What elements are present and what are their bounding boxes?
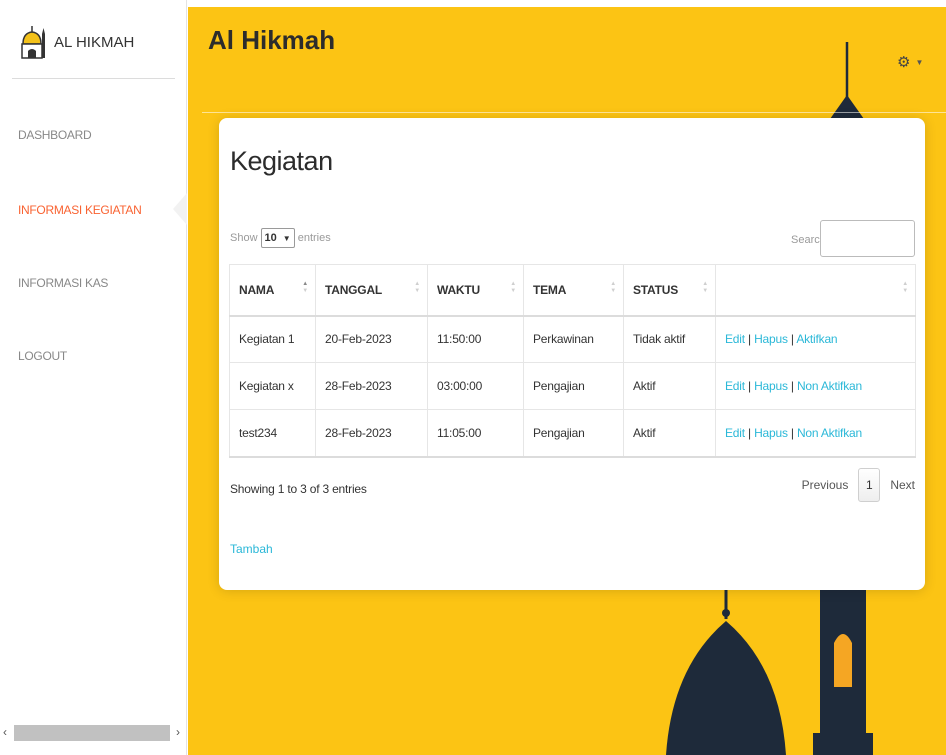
cell-waktu: 11:05:00 xyxy=(427,409,524,458)
edit-link[interactable]: Edit xyxy=(725,332,745,346)
cell-nama: Kegiatan 1 xyxy=(229,315,316,363)
sidebar-item-dashboard[interactable]: DASHBOARD xyxy=(18,128,92,142)
hapus-link[interactable]: Hapus xyxy=(754,426,788,440)
sort-icon: ▲ ▼ xyxy=(302,281,308,294)
search-input[interactable] xyxy=(820,220,915,257)
column-header-waktu[interactable]: WAKTU ▲ ▼ xyxy=(427,264,524,317)
table-header-row: NAMA ▲ ▼ TANGGAL ▲ ▼ WAKTU ▲ ▼ TEMA ▲ ▼ STATUS ▲ ▼… xyxy=(229,264,916,317)
sidebar-item-logout[interactable]: LOGOUT xyxy=(18,349,67,363)
length-label-after: entries xyxy=(297,232,331,244)
cell-status: Aktif xyxy=(623,409,716,458)
column-header-tema[interactable]: TEMA ▲ ▼ xyxy=(523,264,624,317)
pagination: Previous 1 Next xyxy=(802,468,915,502)
header-divider xyxy=(202,112,946,113)
table-row: Kegiatan x 28-Feb-2023 03:00:00 Pengajia… xyxy=(229,362,916,410)
sort-icon: ▲ ▼ xyxy=(610,281,616,294)
sidebar: AL HIKMAH DASHBOARD INFORMASI KEGIATAN I… xyxy=(0,0,187,755)
table-row: Kegiatan 1 20-Feb-2023 11:50:00 Perkawin… xyxy=(229,315,916,363)
entries-select[interactable]: 10 ▼ xyxy=(260,228,295,248)
active-nav-caret xyxy=(173,193,187,225)
sidebar-item-informasi-kas[interactable]: INFORMASI KAS xyxy=(18,276,108,290)
column-header-actions[interactable]: ▲ ▼ xyxy=(715,264,916,317)
sort-icon: ▲ ▼ xyxy=(702,281,708,294)
length-label-before: Show xyxy=(230,232,258,244)
kegiatan-table: NAMA ▲ ▼ TANGGAL ▲ ▼ WAKTU ▲ ▼ TEMA ▲ ▼ STATUS ▲ ▼… xyxy=(229,264,916,458)
gear-icon[interactable]: ⚙ xyxy=(897,53,910,71)
cell-actions: Edit | Hapus | Aktifkan xyxy=(715,315,916,363)
sort-icon: ▲ ▼ xyxy=(902,281,908,294)
sort-icon: ▲ ▼ xyxy=(414,281,420,294)
table-row: test234 28-Feb-2023 11:05:00 Pengajian A… xyxy=(229,409,916,458)
cell-nama: test234 xyxy=(229,409,316,458)
logo-text: AL HIKMAH xyxy=(54,33,135,51)
cell-status: Aktif xyxy=(623,362,716,410)
chevron-down-icon: ▼ xyxy=(282,233,291,243)
scroll-right-icon[interactable]: › xyxy=(176,725,180,739)
entries-select-value: 10 xyxy=(264,232,277,244)
toggle-status-link[interactable]: Aktifkan xyxy=(796,332,837,346)
cell-actions: Edit | Hapus | Non Aktifkan xyxy=(715,362,916,410)
cell-tanggal: 28-Feb-2023 xyxy=(315,362,428,410)
cell-waktu: 03:00:00 xyxy=(427,362,524,410)
toggle-status-link[interactable]: Non Aktifkan xyxy=(797,379,862,393)
column-header-nama[interactable]: NAMA ▲ ▼ xyxy=(229,264,316,317)
sidebar-item-informasi-kegiatan[interactable]: INFORMASI KEGIATAN xyxy=(18,203,142,217)
cell-tema: Perkawinan xyxy=(523,315,624,363)
cell-tema: Pengajian xyxy=(523,362,624,410)
caret-down-icon: ▼ xyxy=(915,57,924,67)
cell-tanggal: 28-Feb-2023 xyxy=(315,409,428,458)
edit-link[interactable]: Edit xyxy=(725,426,745,440)
hapus-link[interactable]: Hapus xyxy=(754,332,788,346)
table-info: Showing 1 to 3 of 3 entries xyxy=(230,482,367,496)
column-header-tanggal[interactable]: TANGGAL ▲ ▼ xyxy=(315,264,428,317)
column-header-status[interactable]: STATUS ▲ ▼ xyxy=(623,264,716,317)
edit-link[interactable]: Edit xyxy=(725,379,745,393)
scroll-left-icon[interactable]: ‹ xyxy=(3,725,7,739)
cell-status: Tidak aktif xyxy=(623,315,716,363)
mosque-logo-icon xyxy=(21,26,45,59)
previous-button[interactable]: Previous xyxy=(802,478,849,492)
next-button[interactable]: Next xyxy=(890,478,915,492)
horizontal-scrollbar[interactable]: ‹ › xyxy=(0,723,187,743)
tambah-link[interactable]: Tambah xyxy=(230,542,273,556)
settings-dropdown[interactable]: ⚙ ▼ xyxy=(897,52,924,72)
page-brand-title: Al Hikmah xyxy=(208,25,336,55)
entries-length-control: Show 10 ▼ entries xyxy=(230,228,331,248)
logo[interactable]: AL HIKMAH xyxy=(18,22,134,62)
cell-waktu: 11:50:00 xyxy=(427,315,524,363)
cell-tema: Pengajian xyxy=(523,409,624,458)
kegiatan-card: Kegiatan Show 10 ▼ entries Search: NAMA ▲… xyxy=(219,118,925,590)
sidebar-divider xyxy=(12,78,175,79)
cell-nama: Kegiatan x xyxy=(229,362,316,410)
scrollbar-thumb[interactable] xyxy=(14,725,170,741)
sort-icon: ▲ ▼ xyxy=(510,281,516,294)
hapus-link[interactable]: Hapus xyxy=(754,379,788,393)
cell-tanggal: 20-Feb-2023 xyxy=(315,315,428,363)
page-1-button[interactable]: 1 xyxy=(858,468,881,502)
card-title: Kegiatan xyxy=(230,146,333,176)
cell-actions: Edit | Hapus | Non Aktifkan xyxy=(715,409,916,458)
toggle-status-link[interactable]: Non Aktifkan xyxy=(797,426,862,440)
